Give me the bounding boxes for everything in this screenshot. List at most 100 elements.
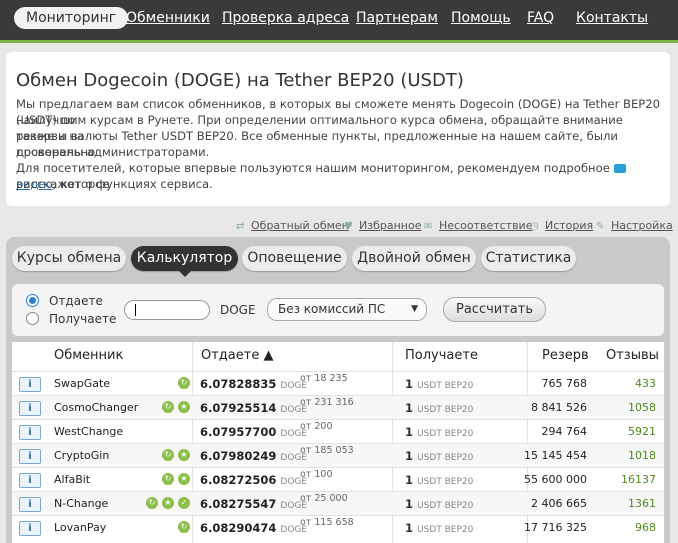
- amount-input[interactable]: [124, 300, 210, 320]
- reviews-count[interactable]: 968: [608, 521, 656, 534]
- table-row[interactable]: i CryptoGin 6.07980249 DOGE от 185 053 1 USD…: [12, 443, 664, 468]
- reserve-value: 8 841 526: [531, 401, 587, 414]
- reverse-exchange-link[interactable]: ⇄ Обратный обмен: [236, 219, 349, 235]
- intro-line-4: проверены администраторами.: [16, 145, 210, 159]
- exchanger-name[interactable]: N-Change: [54, 497, 108, 510]
- reviews-count[interactable]: 1018: [608, 449, 656, 462]
- header-reserve[interactable]: Резерв: [542, 348, 589, 363]
- history-link[interactable]: ◷ История: [530, 219, 593, 235]
- page-title: Обмен Dogecoin (DOGE) на Tether BEP20 (U…: [16, 70, 464, 91]
- nav-address-check[interactable]: Проверка адреса: [222, 10, 349, 26]
- nav-help[interactable]: Помощь: [451, 10, 511, 26]
- commission-select[interactable]: Без комиссий ПС ▼: [267, 298, 427, 321]
- give-amount: 6.07980249 DOGE: [200, 449, 308, 463]
- status-badge-icon: ↻: [162, 473, 174, 485]
- currency-label: DOGE: [220, 303, 256, 317]
- info-icon[interactable]: i: [19, 449, 41, 464]
- exchanger-name[interactable]: LovanPay: [54, 521, 106, 534]
- mail-icon: ✉: [424, 221, 433, 232]
- info-icon[interactable]: i: [19, 377, 41, 392]
- text-cursor: [135, 304, 136, 316]
- header-reviews[interactable]: Отзывы: [606, 348, 659, 363]
- reserve-value: 15 145 454: [524, 449, 587, 462]
- exchanger-name[interactable]: AlfaBit: [54, 473, 90, 486]
- info-icon[interactable]: i: [19, 473, 41, 488]
- get-amount: 1 USDT BEP20: [405, 521, 474, 535]
- swap-arrows-icon: ⇄: [236, 221, 245, 232]
- min-amount: от 231 316: [300, 397, 354, 408]
- reserve-value: 765 768: [541, 377, 588, 390]
- header-exchanger[interactable]: Обменник: [54, 348, 123, 363]
- radio-get[interactable]: [26, 312, 39, 325]
- header-get[interactable]: Получаете: [405, 348, 478, 363]
- intro-box: Обмен Dogecoin (DOGE) на Tether BEP20 (U…: [6, 52, 670, 206]
- get-amount: 1 USDT BEP20: [405, 449, 474, 463]
- give-amount: 6.08275547 DOGE: [200, 497, 308, 511]
- info-icon[interactable]: i: [19, 425, 41, 440]
- status-badge-icon: ★: [178, 401, 190, 413]
- status-badge-icon: ★: [178, 473, 190, 485]
- nav-partners[interactable]: Партнерам: [356, 10, 438, 26]
- top-navigation: Мониторинг Обменники Проверка адреса Пар…: [0, 0, 678, 43]
- min-amount: от 100: [300, 469, 333, 480]
- status-badge-icon: ↻: [178, 377, 190, 389]
- reviews-count[interactable]: 5921: [608, 425, 656, 438]
- reviews-count[interactable]: 1361: [608, 497, 656, 510]
- heart-icon: ♥: [344, 221, 353, 232]
- status-badge-icon: ★: [178, 449, 190, 461]
- get-amount: 1 USDT BEP20: [405, 425, 474, 439]
- radio-give-label: Отдаете: [49, 294, 103, 308]
- exchanger-name[interactable]: CryptoGin: [54, 449, 109, 462]
- reserve-value: 294 764: [541, 425, 588, 438]
- header-give[interactable]: Отдаете ▲: [201, 348, 273, 363]
- settings-link[interactable]: ✎ Настройка: [596, 219, 673, 235]
- tab-statistics[interactable]: Статистика: [481, 246, 576, 271]
- reviews-count[interactable]: 1058: [608, 401, 656, 414]
- table-row[interactable]: i WestChange 6.07957700 DOGE от 200 1 USDT B…: [12, 419, 664, 444]
- reserve-value: 2 406 665: [531, 497, 587, 510]
- give-amount: 6.07957700 DOGE: [200, 425, 308, 439]
- tab-double-exchange[interactable]: Двойной обмен: [352, 246, 476, 271]
- min-amount: от 115 658: [300, 517, 354, 528]
- table-row[interactable]: i LovanPay 6.08290474 DOGE от 115 658 1 USDT…: [12, 515, 664, 540]
- nav-monitoring[interactable]: Мониторинг: [14, 7, 129, 29]
- chevron-down-icon: ▼: [411, 304, 418, 314]
- info-icon[interactable]: i: [19, 401, 41, 416]
- table-row[interactable]: i SwapGate 6.07828835 DOGE от 18 235 1 USDT …: [12, 371, 664, 396]
- reviews-count[interactable]: 433: [608, 377, 656, 390]
- calculate-button[interactable]: Рассчитать: [443, 297, 546, 322]
- give-amount: 6.08290474 DOGE: [200, 521, 308, 535]
- exchanger-name[interactable]: SwapGate: [54, 377, 110, 390]
- clock-icon: ◷: [530, 221, 539, 232]
- nav-contacts[interactable]: Контакты: [576, 10, 648, 26]
- reviews-count[interactable]: 16137: [608, 473, 656, 486]
- wrench-icon: ✎: [596, 221, 605, 232]
- get-amount: 1 USDT BEP20: [405, 473, 474, 487]
- get-amount: 1 USDT BEP20: [405, 377, 474, 391]
- exchanger-name[interactable]: CosmoChanger: [54, 401, 138, 414]
- tab-rates[interactable]: Курсы обмена: [12, 246, 126, 271]
- radio-give[interactable]: [26, 294, 39, 307]
- give-amount: 6.07925514 DOGE: [200, 401, 308, 415]
- tab-alerts[interactable]: Оповещение: [242, 246, 347, 271]
- info-icon[interactable]: i: [19, 521, 41, 536]
- status-badge-icon: ✓: [178, 497, 190, 509]
- info-icon[interactable]: i: [19, 497, 41, 512]
- nav-exchangers[interactable]: Обменники: [126, 10, 210, 26]
- min-amount: от 200: [300, 421, 333, 432]
- status-badge-icon: ★: [162, 497, 174, 509]
- status-badge-icon: ↻: [162, 449, 174, 461]
- table-row[interactable]: i CosmoChanger 6.07925514 DOGE от 231 316 1 …: [12, 395, 664, 420]
- favorites-link[interactable]: ♥ Избранное: [344, 219, 421, 235]
- tab-calculator[interactable]: Калькулятор: [131, 246, 238, 277]
- mismatch-link[interactable]: ✉ Несоответствие: [424, 219, 532, 235]
- reserve-value: 55 600 000: [524, 473, 587, 486]
- reserve-value: 17 716 325: [524, 521, 587, 534]
- give-amount: 6.08272506 DOGE: [200, 473, 308, 487]
- exchanger-name[interactable]: WestChange: [54, 425, 123, 438]
- table-row[interactable]: i N-Change 6.08275547 DOGE от 25 000 1 USDT …: [12, 491, 664, 516]
- status-badge-icon: ↻: [146, 497, 158, 509]
- intro-line-6: расскажет о функциях сервиса.: [16, 177, 213, 191]
- table-row[interactable]: i AlfaBit 6.08272506 DOGE от 100 1 USDT BEP2…: [12, 467, 664, 492]
- nav-faq[interactable]: FAQ: [527, 10, 554, 26]
